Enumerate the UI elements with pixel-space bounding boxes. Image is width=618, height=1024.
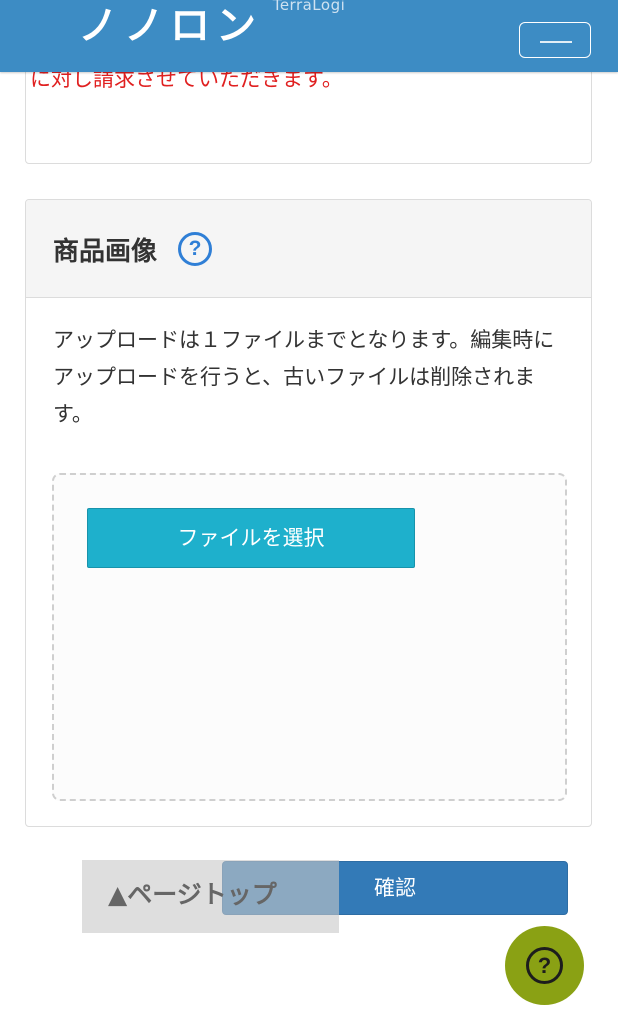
page-top-button[interactable]: ▲ページトップ [82, 860, 339, 933]
panel-title: 商品画像 [53, 237, 158, 267]
upload-description: アップロードは１ファイルまでとなります。編集時にアップロードを行うと、古いファイ… [53, 328, 555, 426]
panel-header: 商品画像 ? [26, 200, 591, 298]
file-dropzone[interactable]: ファイルを選択 [52, 473, 567, 801]
floating-help-button[interactable]: ? [505, 926, 584, 1005]
menu-button[interactable] [519, 22, 591, 58]
product-image-panel: 商品画像 ? アップロードは１ファイルまでとなります。編集時にアップロードを行う… [25, 199, 592, 827]
question-circle-icon[interactable]: ? [178, 232, 212, 266]
app-header: TerraLogi ノノロン [0, 0, 618, 72]
choose-file-button[interactable]: ファイルを選択 [87, 508, 415, 568]
hamburger-icon [540, 41, 572, 43]
question-circle-icon: ? [526, 947, 563, 984]
app-title[interactable]: ノノロン [78, 6, 262, 46]
